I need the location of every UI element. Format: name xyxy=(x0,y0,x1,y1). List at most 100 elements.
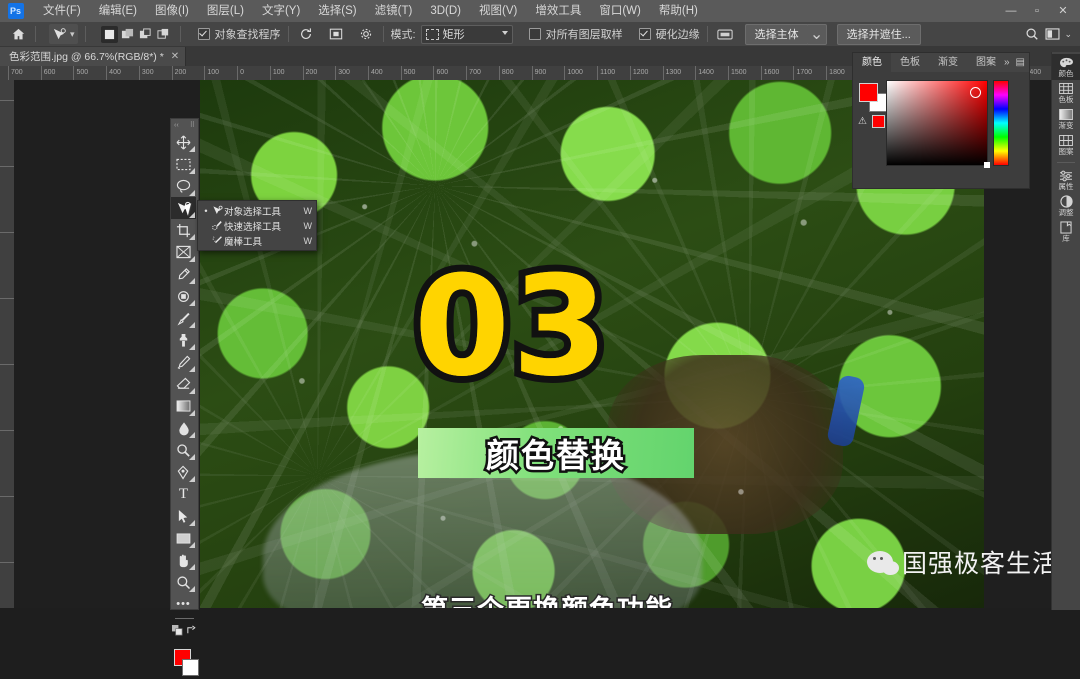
color-field-picker[interactable] xyxy=(886,80,990,168)
maximize-button[interactable]: ▫ xyxy=(1024,0,1050,22)
ruler-tick xyxy=(0,166,14,167)
search-icon[interactable] xyxy=(1022,25,1042,43)
dock-icon-patterns[interactable]: 图案 xyxy=(1052,132,1080,158)
close-button[interactable]: ✕ xyxy=(1050,0,1076,22)
new-selection-button[interactable] xyxy=(100,25,118,43)
select-subject-dropdown[interactable]: ⌄ xyxy=(807,23,827,45)
blur-tool[interactable] xyxy=(171,417,196,439)
select-subject-button[interactable]: 选择主体 xyxy=(744,23,809,45)
chevron-down-icon[interactable]: ▾ xyxy=(70,29,75,40)
dock-icon-adjustments[interactable]: 调整 xyxy=(1052,193,1080,219)
menu-type[interactable]: 文字(Y) xyxy=(253,0,309,22)
dodge-tool[interactable] xyxy=(171,439,196,461)
workspace-caret-icon[interactable]: ⌄ xyxy=(1062,29,1072,40)
minimize-button[interactable]: — xyxy=(998,0,1024,22)
more-tools-button[interactable]: ••• xyxy=(171,593,196,615)
flyout-item-quick-selection[interactable]: 快速选择工具 W xyxy=(198,218,316,233)
rectangle-tool[interactable] xyxy=(171,527,196,549)
dock-icon-gradients[interactable]: 渐变 xyxy=(1052,106,1080,132)
object-finder-checkbox[interactable]: 对象查找程序 xyxy=(197,26,281,42)
flyout-item-object-selection[interactable]: • 对象选择工具 W xyxy=(198,203,316,218)
sample-all-layers-label: 对所有图层取样 xyxy=(545,29,623,41)
dock-icon-swatches[interactable]: 色板 xyxy=(1052,80,1080,106)
ruler-tick xyxy=(0,496,14,497)
dock-icon-properties[interactable]: 属性 xyxy=(1052,167,1080,193)
default-colors-icon[interactable] xyxy=(172,623,183,641)
hard-edge-checkbox[interactable]: 硬化边缘 xyxy=(638,26,700,42)
zoom-tool[interactable] xyxy=(171,571,196,593)
close-icon[interactable]: ✕ xyxy=(171,51,179,62)
ruler-tick: 0 xyxy=(237,66,244,80)
menu-edit[interactable]: 编辑(E) xyxy=(90,0,146,22)
sample-all-layers-checkbox[interactable]: 对所有图层取样 xyxy=(528,26,623,42)
home-icon[interactable] xyxy=(8,25,28,43)
tool-flyout-menu[interactable]: • 对象选择工具 W 快速选择工具 W 魔棒工具 W xyxy=(197,200,317,251)
select-and-mask-button[interactable]: 选择并遮住... xyxy=(836,23,921,45)
tab-gradients[interactable]: 渐变 xyxy=(929,53,967,72)
out-of-gamut-color-swatch[interactable] xyxy=(872,115,885,128)
rectangular-marquee-tool[interactable] xyxy=(171,153,196,175)
mode-dropdown[interactable]: 矩形 xyxy=(420,24,513,44)
menu-help[interactable]: 帮助(H) xyxy=(650,0,707,22)
right-panel-dock: 颜色 色板 渐变 图案 属性 调整 库 xyxy=(1051,52,1080,610)
document-tab[interactable]: 色彩范围.jpg @ 66.7%(RGB/8*) * ✕ xyxy=(0,47,187,66)
menu-select[interactable]: 选择(S) xyxy=(309,0,365,22)
color-panel[interactable]: 颜色 色板 渐变 图案 » ▤ ⚠ xyxy=(852,52,1030,189)
workspace-icon[interactable] xyxy=(1042,25,1062,43)
menu-3d[interactable]: 3D(D) xyxy=(421,0,470,22)
hue-slider[interactable] xyxy=(993,80,1009,166)
select-area-icon[interactable] xyxy=(326,25,346,43)
lasso-tool[interactable] xyxy=(171,175,196,197)
gradient-tool[interactable] xyxy=(171,395,196,417)
dock-icon-libraries[interactable]: 库 xyxy=(1052,219,1080,245)
ruler-tick: 1300 xyxy=(662,66,681,80)
collapse-icon[interactable]: ‹‹ xyxy=(174,122,179,129)
move-tool[interactable] xyxy=(171,131,196,153)
menu-view[interactable]: 视图(V) xyxy=(470,0,526,22)
menu-window[interactable]: 窗口(W) xyxy=(590,0,650,22)
tab-color[interactable]: 颜色 xyxy=(853,53,891,72)
menu-filter[interactable]: 滤镜(T) xyxy=(366,0,422,22)
tab-patterns[interactable]: 图案 xyxy=(967,53,1005,72)
panel-menu-icon[interactable]: ▤ xyxy=(1016,53,1025,72)
frame-tool[interactable] xyxy=(171,241,196,263)
tab-swatches[interactable]: 色板 xyxy=(891,53,929,72)
swap-colors-icon[interactable] xyxy=(186,623,197,641)
drag-handle-icon[interactable]: ⠿ xyxy=(190,121,195,129)
menu-plugins[interactable]: 增效工具 xyxy=(526,0,590,22)
vertical-ruler[interactable] xyxy=(0,80,15,608)
menu-layer[interactable]: 图层(L) xyxy=(198,0,253,22)
subtract-from-selection-button[interactable] xyxy=(137,26,154,43)
intersect-selection-button[interactable] xyxy=(155,26,172,43)
menu-image[interactable]: 图像(I) xyxy=(146,0,198,22)
flyout-shortcut-object-selection: W xyxy=(303,205,313,216)
background-color-swatch[interactable] xyxy=(182,659,199,676)
collapse-panel-icon[interactable]: » xyxy=(1004,53,1010,72)
dock-icon-color[interactable]: 颜色 xyxy=(1052,54,1080,80)
clone-stamp-tool[interactable] xyxy=(171,329,196,351)
history-brush-tool[interactable] xyxy=(171,351,196,373)
object-finder-label: 对象查找程序 xyxy=(214,29,281,41)
type-tool[interactable]: T xyxy=(171,483,196,505)
ruler-tick: 800 xyxy=(498,66,514,80)
path-selection-tool[interactable] xyxy=(171,505,196,527)
gear-icon[interactable] xyxy=(356,25,376,43)
tools-panel-grip[interactable]: ‹‹ ⠿ xyxy=(171,119,198,131)
active-tool-preset[interactable]: ▾ xyxy=(49,24,78,44)
quick-mask-icon[interactable] xyxy=(715,25,735,43)
options-bar-right: ⌄ xyxy=(1022,25,1080,43)
crop-tool[interactable] xyxy=(171,219,196,241)
color-swatches[interactable] xyxy=(171,645,199,679)
flyout-item-magic-wand[interactable]: 魔棒工具 W xyxy=(198,233,316,248)
refresh-icon[interactable] xyxy=(296,25,316,43)
eyedropper-tool[interactable] xyxy=(171,263,196,285)
panel-foreground-color-swatch[interactable] xyxy=(859,83,878,102)
add-to-selection-button[interactable] xyxy=(119,26,136,43)
spot-healing-brush-tool[interactable] xyxy=(171,285,196,307)
pen-tool[interactable] xyxy=(171,461,196,483)
eraser-tool[interactable] xyxy=(171,373,196,395)
brush-tool[interactable] xyxy=(171,307,196,329)
menu-file[interactable]: 文件(F) xyxy=(34,0,90,22)
hand-tool[interactable] xyxy=(171,549,196,571)
divider xyxy=(382,26,384,42)
